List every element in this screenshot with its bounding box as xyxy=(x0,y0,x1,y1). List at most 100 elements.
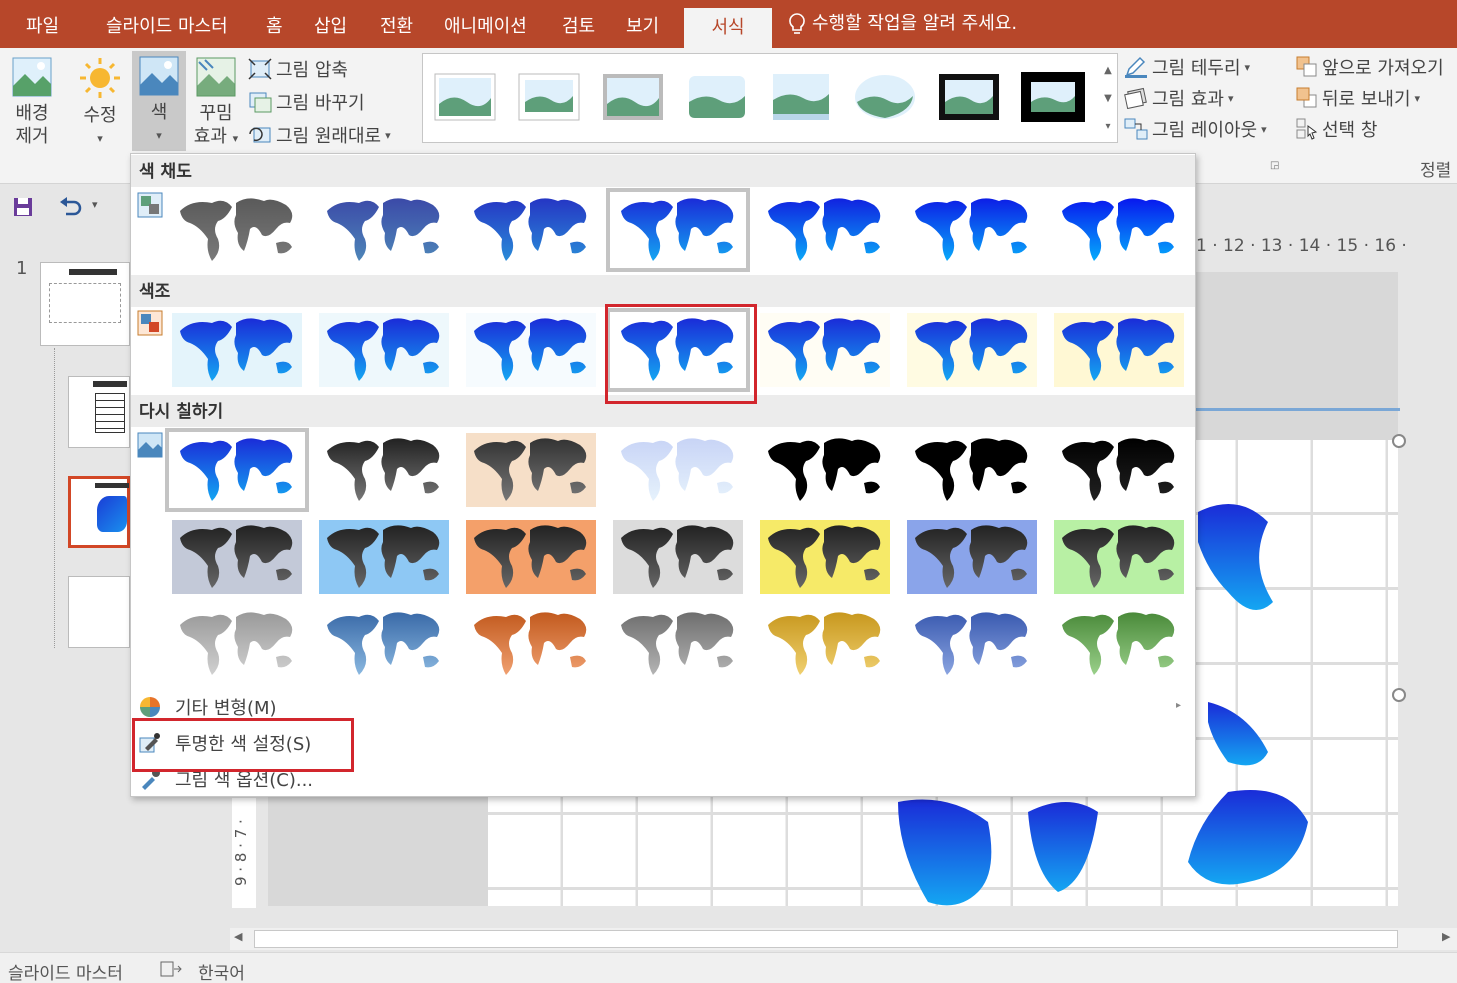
color-button[interactable]: 색 ▾ xyxy=(132,51,186,151)
tab-insert[interactable]: 삽입 xyxy=(314,0,347,48)
slide-thumbnail-4[interactable] xyxy=(68,576,130,648)
picture-style-5[interactable] xyxy=(769,72,833,122)
chevron-down-icon: ▾ xyxy=(1414,91,1421,105)
send-backward-label: 뒤로 보내기 xyxy=(1322,89,1411,110)
recolor-row2-option-1[interactable] xyxy=(169,519,305,595)
selection-pane-button[interactable]: 선택 창 xyxy=(1296,116,1377,142)
dialog-launcher-icon[interactable]: ◲ xyxy=(1270,160,1279,171)
horizontal-scrollbar[interactable]: ◀ ▶ xyxy=(230,928,1457,950)
tab-animations[interactable]: 애니메이션 xyxy=(444,0,527,48)
recolor-row2-option-6[interactable] xyxy=(904,519,1040,595)
color-label: 색 xyxy=(150,102,168,123)
compress-pictures-button[interactable]: 그림 압축 xyxy=(248,56,348,82)
recolor-row1-option-1[interactable] xyxy=(165,428,309,512)
saturation-option-6[interactable] xyxy=(904,192,1040,268)
chevron-down-icon[interactable]: ▾ xyxy=(92,198,98,211)
send-backward-icon xyxy=(1296,87,1317,108)
tab-view[interactable]: 보기 xyxy=(626,0,659,48)
status-language[interactable]: 한국어 xyxy=(198,959,245,983)
recolor-row2-option-7[interactable] xyxy=(1051,519,1187,595)
picture-effects-button[interactable]: 그림 효과 ▾ xyxy=(1124,85,1234,111)
tell-me-box[interactable]: 수행할 작업을 알려 주세요. xyxy=(788,0,1017,48)
corrections-button[interactable]: 수정 ▾ xyxy=(72,54,128,150)
tab-format[interactable]: 서식 xyxy=(684,8,772,48)
picture-style-3[interactable] xyxy=(601,72,665,122)
tone-option-1[interactable] xyxy=(169,312,305,388)
recolor-row1-option-4[interactable] xyxy=(610,432,746,508)
recolor-row1-option-3[interactable] xyxy=(463,432,599,508)
resize-handle-top-right[interactable] xyxy=(1392,434,1406,448)
slide-thumbnail-2[interactable] xyxy=(68,376,130,448)
undo-icon[interactable] xyxy=(58,196,84,218)
picture-styles-gallery: ▲ ▼ ▾ xyxy=(422,53,1118,143)
send-backward-button[interactable]: 뒤로 보내기 ▾ xyxy=(1296,85,1420,111)
tab-file[interactable]: 파일 xyxy=(26,0,59,48)
saturation-option-2[interactable] xyxy=(316,192,452,268)
remove-background-button[interactable]: 배경 제거 xyxy=(6,54,58,150)
picture-effects-label: 그림 효과 xyxy=(1152,89,1224,110)
tab-home[interactable]: 홈 xyxy=(266,0,283,48)
saturation-option-3[interactable] xyxy=(463,192,599,268)
recolor-row1-option-7[interactable] xyxy=(1051,432,1187,508)
saturation-option-4[interactable] xyxy=(606,188,750,272)
compress-icon xyxy=(248,58,272,80)
change-picture-button[interactable]: 그림 바꾸기 xyxy=(248,89,365,115)
recolor-row1-option-2[interactable] xyxy=(316,432,452,508)
recolor-row3-option-1[interactable] xyxy=(169,606,305,682)
recolor-row3-option-7[interactable] xyxy=(1051,606,1187,682)
tone-option-2[interactable] xyxy=(316,312,452,388)
arrange-group-label: 정렬 xyxy=(1420,161,1452,181)
slide-thumbnail-3-selected[interactable] xyxy=(68,476,130,548)
picture-style-8[interactable] xyxy=(1021,72,1085,122)
picture-style-2[interactable] xyxy=(517,72,581,122)
tone-option-7[interactable] xyxy=(1051,312,1187,388)
bring-forward-button[interactable]: 앞으로 가져오기 xyxy=(1296,54,1444,80)
tone-highlight-box xyxy=(605,304,757,404)
gallery-more[interactable]: ▾ xyxy=(1099,112,1117,142)
picture-layout-button[interactable]: 그림 레이아웃 ▾ xyxy=(1124,116,1267,142)
selection-pane-icon xyxy=(1296,118,1318,140)
recolor-row3-option-3[interactable] xyxy=(463,606,599,682)
picture-style-6[interactable] xyxy=(853,72,917,122)
palette-icon xyxy=(140,697,160,717)
saturation-option-7[interactable] xyxy=(1051,192,1187,268)
picture-border-button[interactable]: 그림 테두리 ▾ xyxy=(1124,54,1250,80)
tab-review[interactable]: 검토 xyxy=(562,0,595,48)
scroll-left-arrow-icon[interactable]: ◀ xyxy=(234,930,242,943)
recolor-row2-option-5[interactable] xyxy=(757,519,893,595)
save-icon[interactable] xyxy=(12,196,34,218)
slide-thumbnail-master[interactable] xyxy=(40,262,130,346)
recolor-row3-option-4[interactable] xyxy=(610,606,746,682)
reset-picture-icon xyxy=(249,127,271,143)
recolor-row2-option-4[interactable] xyxy=(610,519,746,595)
proofing-icon[interactable] xyxy=(160,960,182,978)
reset-picture-button[interactable]: 그림 원래대로 ▾ xyxy=(248,122,391,148)
picture-style-4[interactable] xyxy=(685,72,749,122)
pen-icon xyxy=(1125,56,1147,78)
gallery-scroll-up[interactable]: ▲ xyxy=(1099,56,1117,86)
thumbnail-pane: 1 xyxy=(0,230,130,950)
recolor-row1-option-6[interactable] xyxy=(904,432,1040,508)
recolor-row3-option-5[interactable] xyxy=(757,606,893,682)
scrollbar-thumb[interactable] xyxy=(254,930,1398,948)
picture-style-1[interactable] xyxy=(433,72,497,122)
tab-slide-master[interactable]: 슬라이드 마스터 xyxy=(106,0,228,48)
recolor-row3-option-2[interactable] xyxy=(316,606,452,682)
tone-option-6[interactable] xyxy=(904,312,1040,388)
artistic-effects-button[interactable]: 꾸밈 효과 ▾ xyxy=(190,54,242,150)
recolor-row1-option-5[interactable] xyxy=(757,432,893,508)
tab-transitions[interactable]: 전환 xyxy=(380,0,413,48)
sun-icon xyxy=(80,58,120,98)
tone-option-3[interactable] xyxy=(463,312,599,388)
recolor-row3-option-6[interactable] xyxy=(904,606,1040,682)
recolor-row2-option-3[interactable] xyxy=(463,519,599,595)
tone-option-5[interactable] xyxy=(757,312,893,388)
resize-handle-right[interactable] xyxy=(1392,688,1406,702)
artistic-line1: 꾸밈 xyxy=(199,103,233,124)
gallery-scroll-down[interactable]: ▼ xyxy=(1099,84,1117,114)
picture-style-7[interactable] xyxy=(937,72,1001,122)
scroll-right-arrow-icon[interactable]: ▶ xyxy=(1442,930,1450,943)
saturation-option-1[interactable] xyxy=(169,192,305,268)
recolor-row2-option-2[interactable] xyxy=(316,519,452,595)
saturation-option-5[interactable] xyxy=(757,192,893,268)
